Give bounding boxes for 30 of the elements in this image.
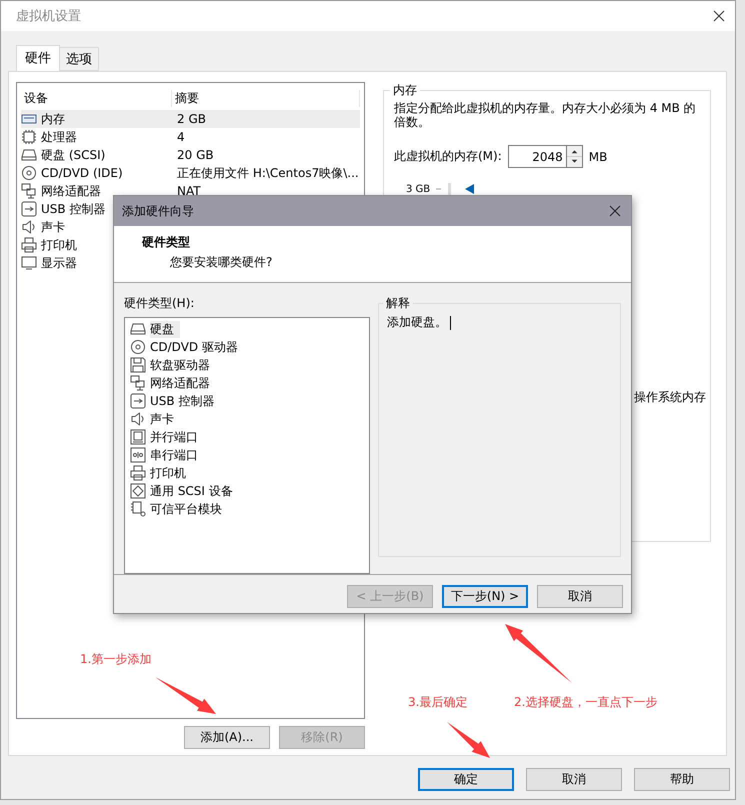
device-name: 内存 [41, 110, 65, 128]
dialog-title: 添加硬件向导 [122, 202, 194, 220]
annotation-text: 2.选择硬盘，一直点下一步 [514, 694, 658, 711]
device-name: 打印机 [41, 236, 77, 254]
unit-label: MB [588, 150, 608, 164]
group-title: 解释 [385, 295, 411, 312]
list-label: 硬件类型(H): [124, 295, 196, 312]
annotation-text: 1.第一步添加 [80, 651, 152, 668]
device-name: USB 控制器 [41, 200, 106, 218]
device-summary: 2 GB [176, 112, 207, 126]
window-title: 虚拟机设置 [16, 8, 81, 25]
device-name: 处理器 [41, 128, 77, 146]
device-name: 网络适配器 [41, 182, 101, 200]
device-summary: NAT [176, 184, 202, 198]
group-title: 内存 [392, 82, 418, 99]
device-name: 声卡 [41, 218, 65, 236]
device-name: 硬盘 (SCSI) [41, 146, 106, 164]
step-subheading: 您要安装哪类硬件? [169, 254, 274, 271]
memory-description: 指定分配给此虚拟机的内存量。内存大小必须为 4 MB 的倍数。 [394, 101, 697, 129]
device-summary: 4 [176, 130, 186, 144]
explanation-text: 添加硬盘。 [387, 314, 447, 331]
device-summary: 正在使用文件 H:\Centos7映像\... [176, 164, 360, 182]
scale-label: 3 GB [406, 184, 430, 194]
device-name: CD/DVD (IDE) [41, 166, 123, 180]
step-heading: 硬件类型 [142, 234, 191, 251]
device-name: 显示器 [41, 254, 77, 272]
annotation-text: 3.最后确定 [408, 694, 468, 711]
device-summary: 20 GB [176, 148, 215, 162]
memory-note: 操作系统内存 [634, 389, 706, 406]
memory-label: 此虚拟机的内存(M): [394, 148, 502, 165]
